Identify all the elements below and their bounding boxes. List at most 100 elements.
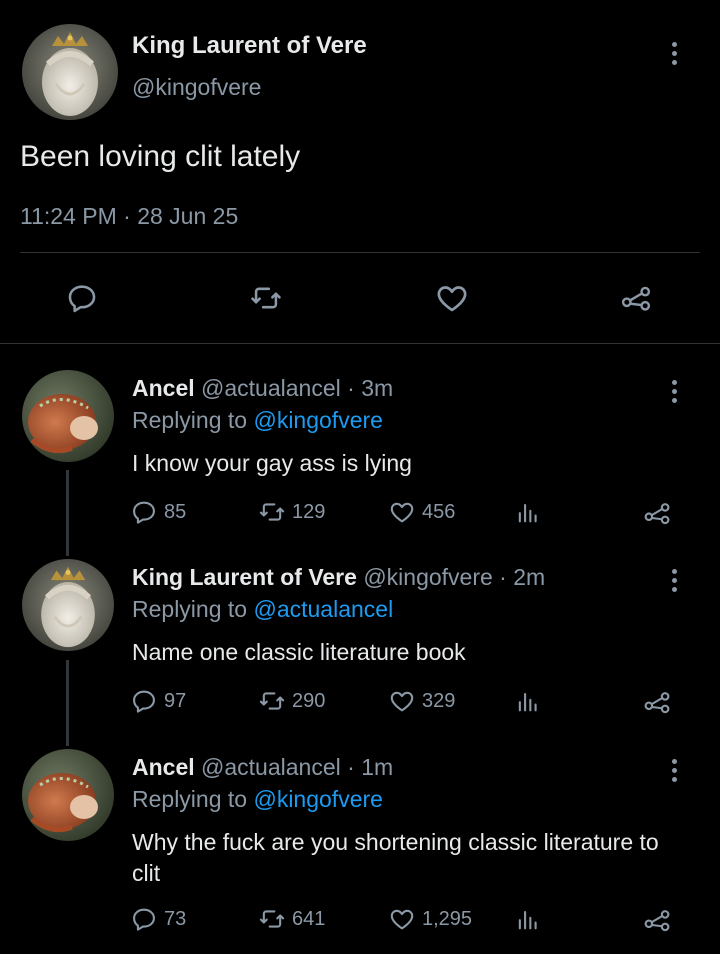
reply-avatar[interactable] [22,749,114,841]
reply-author-handle[interactable]: @actualancel [201,375,341,401]
replying-prefix: Replying to [132,596,254,622]
reply-author-handle[interactable]: @kingofvere [363,564,492,590]
retweet-icon [259,910,285,928]
like-icon [390,909,414,930]
retweet-icon [259,692,285,710]
reply-icon [68,285,96,313]
reply-avatar[interactable] [22,559,114,651]
like-button[interactable]: 456 [388,498,455,526]
main-author-handle[interactable]: @kingofvere [132,74,261,101]
retweet-button[interactable]: 290 [258,687,325,715]
replying-prefix: Replying to [132,407,254,433]
reply-avatar[interactable] [22,370,114,462]
reply-button[interactable]: 73 [130,905,186,933]
divider [0,343,720,344]
analytics-button[interactable] [514,687,542,715]
reply-button[interactable]: 85 [130,498,186,526]
reply-tweet[interactable]: Ancel @actualancel · 1m Replying to @kin… [0,749,720,949]
reply-author-name[interactable]: King Laurent of Vere [132,564,357,590]
reply-author-handle[interactable]: @actualancel [201,754,341,780]
share-icon [644,692,670,714]
reply-text: I know your gay ass is lying [132,450,412,476]
main-tweet-meta: 11:24 PM · 28 Jun 25 [20,203,238,230]
reply-count: 85 [164,500,187,523]
reply-button[interactable]: 97 [130,687,186,715]
reply-more-button[interactable] [670,759,678,782]
more-icon [670,759,678,782]
replying-to-link[interactable]: @actualancel [253,596,393,622]
replying-to: Replying to @kingofvere [132,407,383,434]
retweet-count: 641 [292,907,326,930]
replying-to-link[interactable]: @kingofvere [253,786,382,812]
reply-actions: 85 129 456 [130,498,690,532]
reply-more-button[interactable] [670,380,678,403]
reply-count: 73 [164,907,187,930]
like-icon [390,502,414,523]
reply-tweet[interactable]: King Laurent of Vere @kingofvere · 2m Re… [0,559,720,729]
main-reply-button[interactable] [62,278,102,318]
analytics-icon [518,910,537,930]
analytics-icon [518,692,537,712]
meta-separator: · [116,203,138,229]
reply-header: King Laurent of Vere @kingofvere · 2m [132,564,545,591]
main-author-name[interactable]: King Laurent of Vere [132,32,367,60]
main-tweet-text: Been loving clit lately [20,140,301,173]
like-count: 1,295 [422,907,473,930]
replying-to-link[interactable]: @kingofvere [253,407,382,433]
reply-icon [133,908,155,931]
divider [20,252,700,253]
share-icon [644,910,670,932]
retweet-icon [259,503,285,521]
main-avatar[interactable] [22,24,118,120]
main-more-button[interactable] [670,42,678,65]
reply-header: Ancel @actualancel · 1m [132,754,393,781]
reply-age: 1m [361,754,394,780]
main-share-button[interactable] [616,278,656,318]
like-icon [437,286,467,312]
header-separator: · [340,754,362,780]
reply-author-name[interactable]: Ancel [132,754,195,780]
retweet-button[interactable]: 129 [258,498,325,526]
retweet-button[interactable]: 641 [258,905,325,933]
reply-text: Name one classic literature book [132,639,466,665]
main-like-button[interactable] [432,278,472,318]
more-icon [670,569,678,592]
retweet-icon [251,287,281,309]
reply-count: 97 [164,689,187,712]
header-separator: · [492,564,514,590]
analytics-icon [518,503,537,523]
tweet-time: 11:24 PM [20,203,117,229]
reply-age: 3m [361,375,394,401]
header-separator: · [340,375,362,401]
share-button[interactable] [642,905,672,935]
share-icon [644,503,670,525]
more-icon [670,42,678,65]
analytics-button[interactable] [514,498,542,526]
share-icon [621,286,651,311]
more-icon [670,380,678,403]
retweet-count: 129 [292,500,326,523]
reply-actions: 73 641 1,295 [130,905,690,939]
replying-to: Replying to @actualancel [132,596,393,623]
reply-text: Why the fuck are you shortening classic … [132,829,659,886]
replying-prefix: Replying to [132,786,254,812]
share-button[interactable] [642,498,672,528]
like-button[interactable]: 1,295 [388,905,472,933]
reply-tweet[interactable]: Ancel @actualancel · 3m Replying to @kin… [0,370,720,540]
like-icon [390,691,414,712]
reply-icon [133,690,155,713]
retweet-count: 290 [292,689,326,712]
like-button[interactable]: 329 [388,687,455,715]
reply-actions: 97 290 329 [130,687,690,721]
reply-header: Ancel @actualancel · 3m [132,375,393,402]
analytics-button[interactable] [514,905,542,933]
share-button[interactable] [642,687,672,717]
main-retweet-button[interactable] [246,278,286,318]
reply-more-button[interactable] [670,569,678,592]
like-count: 329 [422,689,456,712]
reply-age: 2m [513,564,546,590]
like-count: 456 [422,500,456,523]
tweet-date: 28 Jun 25 [137,203,239,229]
reply-icon [133,501,155,524]
reply-author-name[interactable]: Ancel [132,375,195,401]
